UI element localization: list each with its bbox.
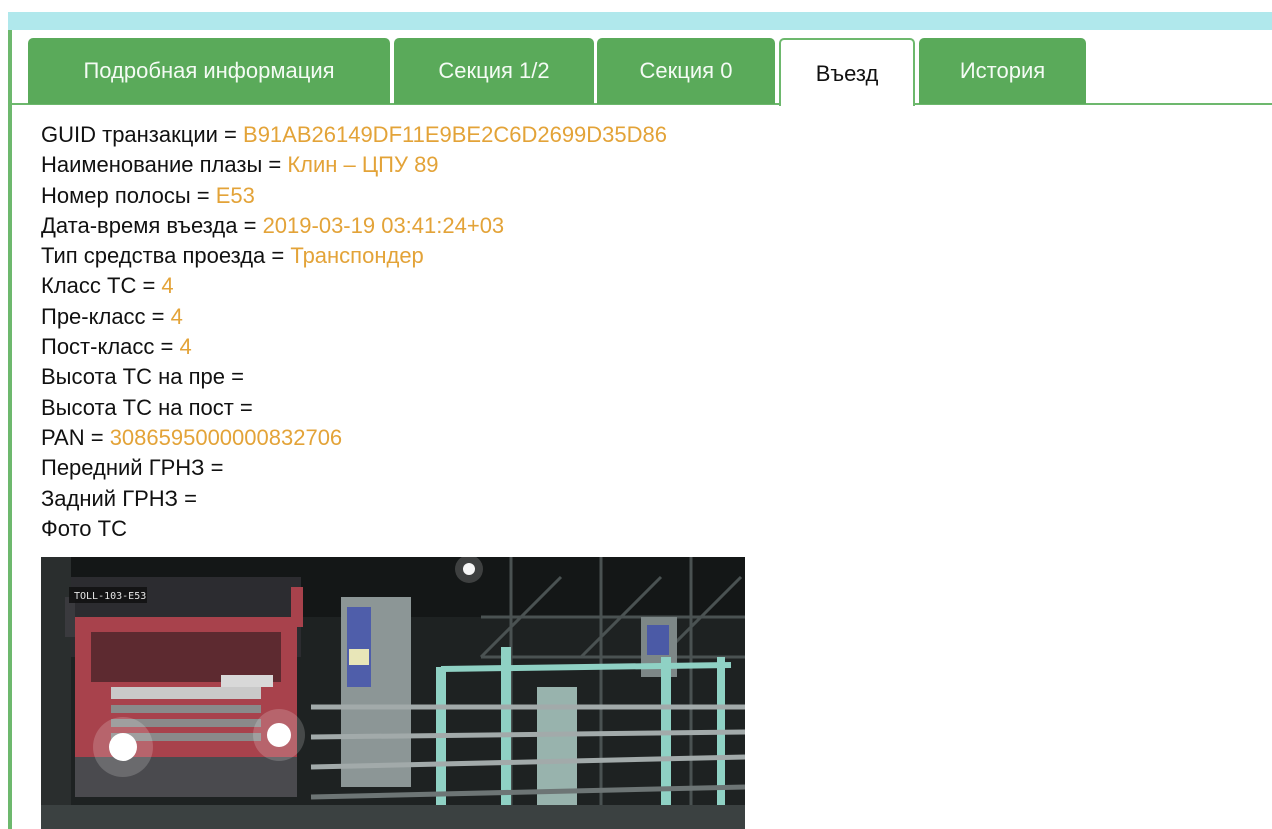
vehicle-photo-illustration: TOLL-103-E53 [41,557,745,829]
field-value: 4 [170,303,183,329]
field-post-class: Пост-класс = 4 [41,332,1241,362]
tab-section-1-2[interactable]: Секция 1/2 [394,38,594,104]
field-entry-datetime: Дата-время въезда = 2019-03-19 03:41:24+… [41,211,1241,241]
field-label: Пре-класс = [41,303,171,329]
field-label: Номер полосы = [41,182,216,208]
panel-left-border [8,30,12,829]
field-transaction-guid: GUID транзакции = B91AB26149DF11E9BE2C6D… [41,120,1241,150]
field-plaza-name: Наименование плазы = Клин – ЦПУ 89 [41,150,1241,180]
field-label: Задний ГРНЗ = [41,485,197,511]
field-value: E53 [215,182,255,208]
tab-history[interactable]: История [919,38,1086,104]
field-label: PAN = [41,424,110,450]
field-value: 3086595000000832706 [109,424,343,450]
vehicle-photo: TOLL-103-E53 [41,557,745,829]
field-pre-class: Пре-класс = 4 [41,302,1241,332]
field-value: B91AB26149DF11E9BE2C6D2699D35D86 [243,122,668,147]
field-value: 4 [161,273,174,299]
field-vehicle-class: Класс ТС = 4 [41,271,1241,301]
field-label: Высота ТС на пре = [41,364,244,390]
field-value: 4 [179,334,192,360]
field-front-plate: Передний ГРНЗ = [41,453,1241,483]
field-label: Дата-время въезда = [41,212,263,238]
field-label: GUID транзакции = [41,122,244,147]
field-vehicle-photo-label: Фото ТС [41,514,1241,544]
field-lane-number: Номер полосы = E53 [41,181,1241,211]
field-label: Класс ТС = [41,273,162,299]
top-bar [8,12,1272,30]
field-label: Пост-класс = [41,334,180,360]
field-pre-height: Высота ТС на пре = [41,362,1241,392]
field-value: 2019-03-19 03:41:24+03 [262,212,505,238]
field-value: Клин – ЦПУ 89 [287,152,439,178]
photo-overlay-text: TOLL-103-E53 [74,591,146,602]
field-label: Высота ТС на пост = [41,394,253,420]
field-label: Наименование плазы = [41,152,288,178]
field-post-height: Высота ТС на пост = [41,393,1241,423]
field-payment-type: Тип средства проезда = Транспондер [41,241,1241,271]
field-rear-plate: Задний ГРНЗ = [41,484,1241,514]
tab-entry[interactable]: Въезд [779,38,915,106]
field-label: Тип средства проезда = [41,243,291,269]
entry-details: GUID транзакции = B91AB26149DF11E9BE2C6D… [41,120,1241,544]
top-margin [0,0,1272,12]
tab-details[interactable]: Подробная информация [28,38,390,104]
tab-section-0[interactable]: Секция 0 [597,38,775,104]
field-label: Передний ГРНЗ = [41,455,224,481]
field-label: Фото ТС [41,515,127,541]
field-value: Транспондер [290,243,424,269]
field-pan: PAN = 3086595000000832706 [41,423,1241,453]
